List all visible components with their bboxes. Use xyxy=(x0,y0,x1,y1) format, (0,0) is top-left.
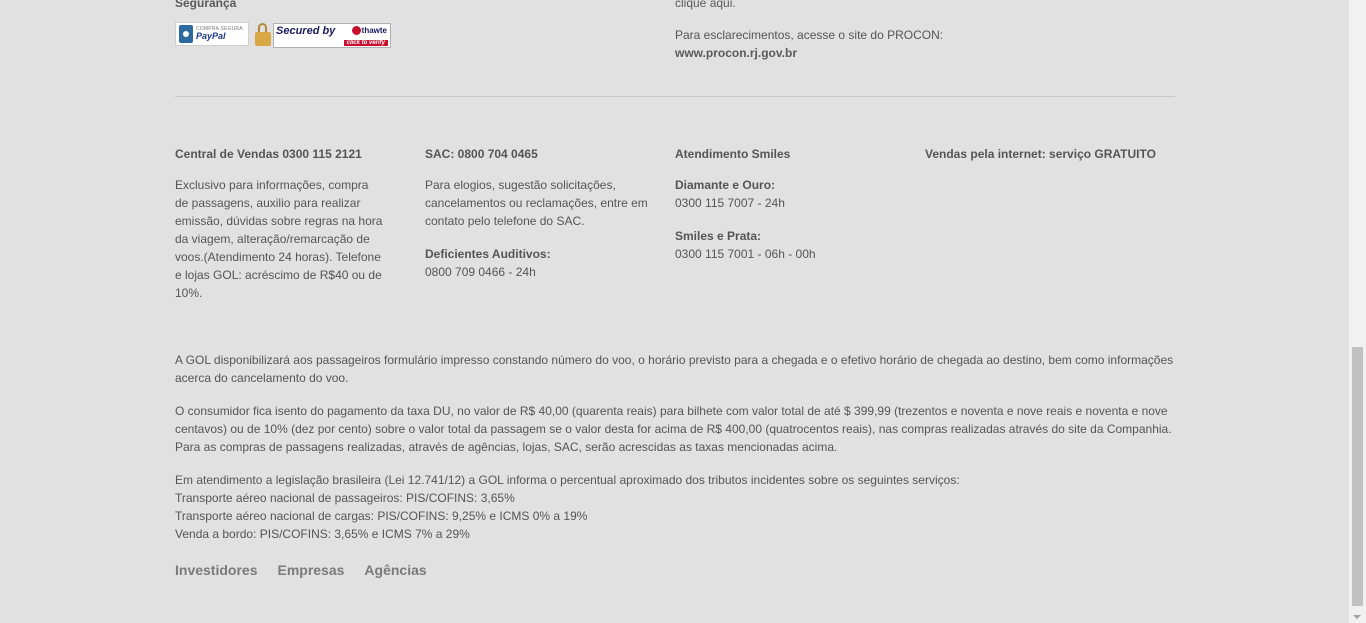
security-badges: COMPRA SEGURA PayPal Secured by thawte c… xyxy=(175,22,391,48)
scrollbar-thumb[interactable] xyxy=(1352,347,1363,606)
legal-p3-line-4: Venda a bordo: PIS/COFINS: 3,65% e ICMS … xyxy=(175,527,470,541)
sac-text: Para elogios, sugestão solicitações, can… xyxy=(425,178,648,228)
central-vendas-text: Exclusivo para informações, compra de pa… xyxy=(175,178,383,300)
agencias-link[interactable]: Agências xyxy=(364,562,426,578)
internet-title: Vendas pela internet: serviço GRATUITO xyxy=(925,147,1156,161)
padlock-icon xyxy=(255,23,271,47)
paypal-lock-icon xyxy=(179,25,193,43)
central-vendas-column: Central de Vendas 0300 115 2121 Exclusiv… xyxy=(175,145,425,302)
vertical-scrollbar[interactable] xyxy=(1349,0,1366,623)
central-vendas-title: Central de Vendas 0300 115 2121 xyxy=(175,147,362,161)
legal-p3-line-2: Transporte aéreo nacional de passageiros… xyxy=(175,491,515,505)
thawte-seal: Secured by thawte click to verify xyxy=(273,22,391,48)
diamante-text: 0300 115 7007 - 24h xyxy=(675,196,785,210)
clique-aqui-link[interactable]: clique aqui. xyxy=(675,0,943,12)
sac-title: SAC: 0800 704 0465 xyxy=(425,147,538,161)
procon-text: Para esclarecimentos, acesse o site do P… xyxy=(675,28,944,42)
legal-paragraph-1: A GOL disponibilizará aos passageiros fo… xyxy=(175,353,1174,385)
legal-text: A GOL disponibilizará aos passageiros fo… xyxy=(175,351,1175,558)
deficientes-text: 0800 709 0466 - 24h xyxy=(425,265,536,279)
internet-column: Vendas pela internet: serviço GRATUITO xyxy=(925,145,1175,302)
thawte-badge[interactable]: Secured by thawte click to verify xyxy=(255,22,391,48)
paypal-badge[interactable]: COMPRA SEGURA PayPal xyxy=(175,22,249,46)
procon-link[interactable]: www.procon.rj.gov.br xyxy=(675,44,943,62)
footer-divider xyxy=(175,96,1175,97)
prata-title: Smiles e Prata: xyxy=(675,229,762,243)
thawte-logo: thawte xyxy=(351,25,387,35)
thawte-brand-text: thawte xyxy=(361,25,387,35)
legal-p2-line-1: O consumidor fica isento do pagamento da… xyxy=(175,404,1172,436)
legal-p3-line-1: Em atendimento a legislação brasileira (… xyxy=(175,473,960,487)
legal-paragraph-3: Em atendimento a legislação brasileira (… xyxy=(175,471,1175,543)
legal-p3-line-3: Transporte aéreo nacional de cargas: PIS… xyxy=(175,509,588,523)
smiles-title: Atendimento Smiles xyxy=(675,147,791,161)
thawte-circle-icon xyxy=(351,25,361,35)
security-title: Segurança xyxy=(175,0,237,10)
paypal-logo: PayPal xyxy=(196,31,226,41)
legal-p2-line-2: Para as compras de passagens realizadas,… xyxy=(175,440,838,454)
empresas-link[interactable]: Empresas xyxy=(277,562,344,578)
thawte-secured-label: Secured by xyxy=(276,24,336,37)
deficientes-title: Deficientes Auditivos: xyxy=(425,247,551,261)
scroll-down-arrow-icon[interactable] xyxy=(1353,615,1361,619)
paypal-badge-text: COMPRA SEGURA PayPal xyxy=(196,27,243,41)
investidores-link[interactable]: Investidores xyxy=(175,562,257,578)
legal-paragraph-2: O consumidor fica isento do pagamento da… xyxy=(175,402,1175,456)
footer-links: Investidores Empresas Agências xyxy=(175,562,427,578)
smiles-column: Atendimento Smiles Diamante e Ouro: 0300… xyxy=(675,145,925,302)
diamante-title: Diamante e Ouro: xyxy=(675,178,776,192)
contact-columns: Central de Vendas 0300 115 2121 Exclusiv… xyxy=(175,145,1175,302)
sac-column: SAC: 0800 704 0465 Para elogios, sugestã… xyxy=(425,145,675,302)
padlock-body xyxy=(255,32,271,46)
page: Segurança COMPRA SEGURA PayPal Secured b… xyxy=(0,0,1366,623)
prata-text: 0300 115 7001 - 06h - 00h xyxy=(675,247,816,261)
thawte-verify-label: click to verify xyxy=(343,39,388,46)
procon-block: clique aqui. Para esclarecimentos, acess… xyxy=(675,0,943,62)
